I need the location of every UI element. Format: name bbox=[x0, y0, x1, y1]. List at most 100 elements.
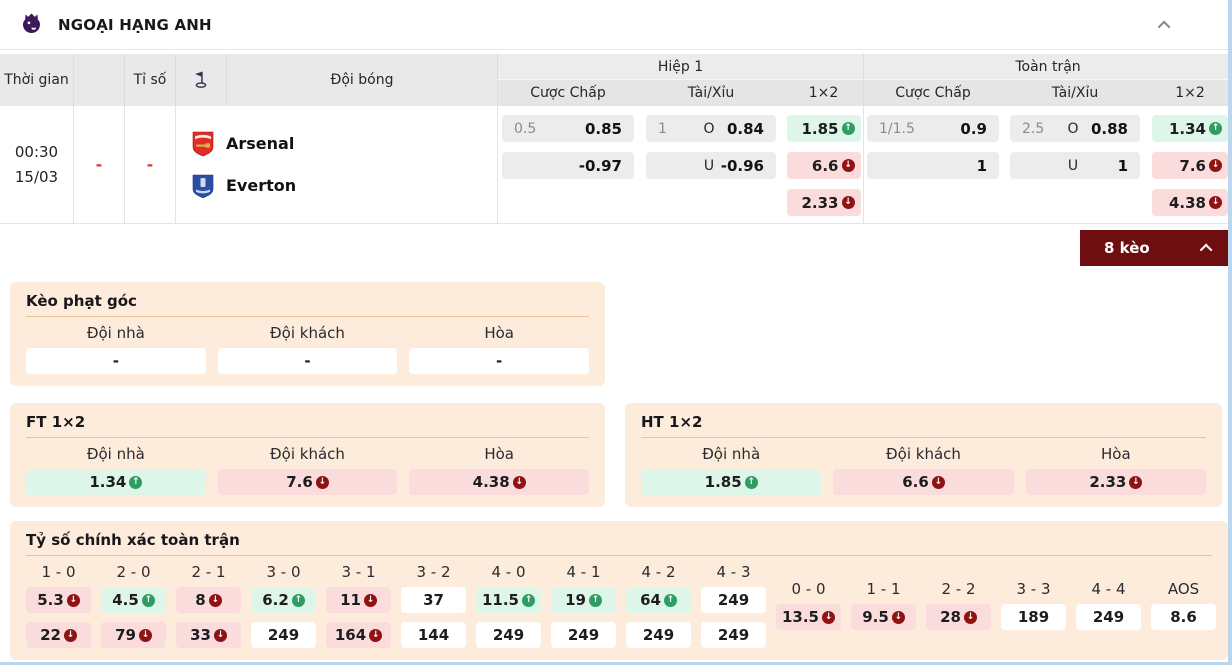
home-team-row[interactable]: Arsenal bbox=[191, 131, 497, 157]
score-label: 4 - 4 bbox=[1091, 580, 1126, 598]
trend-arrow-icon bbox=[841, 122, 855, 135]
ft-1x2-draw-odds[interactable]: 4.38 bbox=[1152, 189, 1228, 216]
score-odds-4-1-a[interactable]: 19 bbox=[551, 587, 616, 613]
ft-1x2-away-odds[interactable]: 7.6 bbox=[1152, 152, 1228, 179]
score-odds-4-3-a[interactable]: 249 bbox=[701, 587, 766, 613]
trend-arrow-icon bbox=[931, 475, 945, 489]
score-label: 0 - 0 bbox=[791, 580, 826, 598]
score-odds-3-0-b[interactable]: 249 bbox=[251, 622, 316, 648]
score-panel-title: Tỷ số chính xác toàn trận bbox=[26, 531, 240, 549]
ft-handicap-top-odds[interactable]: 1/1.5 0.9 bbox=[867, 115, 999, 142]
score-odds-3-2-a[interactable]: 37 bbox=[401, 587, 466, 613]
score-odds-3-0-a[interactable]: 6.2 bbox=[251, 587, 316, 613]
h1-under-odds[interactable]: U -0.96 bbox=[646, 152, 776, 179]
corner-away-odds[interactable]: - bbox=[217, 348, 398, 374]
h1-1x2-draw-odds[interactable]: 2.33 bbox=[786, 189, 861, 216]
score-odds-3-2-b[interactable]: 144 bbox=[401, 622, 466, 648]
ht-home-odds[interactable]: 1.85 bbox=[641, 469, 822, 495]
ou-line: 2.5 bbox=[1022, 120, 1045, 137]
league-collapse-button[interactable] bbox=[1157, 15, 1171, 34]
corner-panel-title: Kèo phạt góc bbox=[26, 292, 137, 310]
h1-1x2-home-odds[interactable]: 1.85 bbox=[786, 115, 861, 142]
score-column: 2 - 2 28 bbox=[926, 581, 991, 648]
score-label: 4 - 1 bbox=[566, 563, 601, 581]
draw-column-header: Hòa bbox=[484, 324, 514, 342]
trend-arrow-icon bbox=[1129, 475, 1143, 489]
group-header-fulltime: Toàn trận bbox=[864, 54, 1232, 80]
subheader-ft-handicap: Cược Chấp bbox=[864, 80, 1002, 106]
score-odds-1-1[interactable]: 9.5 bbox=[851, 604, 916, 630]
score-odds-2-0-b[interactable]: 79 bbox=[101, 622, 166, 648]
score-label: AOS bbox=[1167, 580, 1200, 598]
over-label: O bbox=[1067, 120, 1079, 137]
score-odds-1-0-a[interactable]: 5.3 bbox=[26, 587, 91, 613]
score-odds-2-0-a[interactable]: 4.5 bbox=[101, 587, 166, 613]
away-team-name: Everton bbox=[226, 176, 297, 195]
score-odds-4-3-b[interactable]: 249 bbox=[701, 622, 766, 648]
ft-over-odds[interactable]: 2.5 O 0.88 bbox=[1010, 115, 1140, 142]
draw-column-header: Hòa bbox=[484, 445, 514, 463]
divider bbox=[26, 555, 1212, 556]
corner-home-odds[interactable]: - bbox=[26, 348, 206, 374]
col-header-team: Đội bóng bbox=[227, 54, 498, 106]
score-column: 0 - 0 13.5 bbox=[776, 581, 841, 648]
score-odds-0-0[interactable]: 13.5 bbox=[776, 604, 841, 630]
score-odds-4-2-b[interactable]: 249 bbox=[626, 622, 691, 648]
score-odds-2-2[interactable]: 28 bbox=[926, 604, 991, 630]
score-odds-2-1-b[interactable]: 33 bbox=[176, 622, 241, 648]
ft-home-odds[interactable]: 1.34 bbox=[26, 469, 206, 495]
score-label: 2 - 2 bbox=[941, 580, 976, 598]
h1-handicap-bottom-odds[interactable]: -0.97 bbox=[502, 152, 634, 179]
trend-arrow-icon bbox=[663, 593, 677, 607]
h1-handicap-top-odds[interactable]: 0.5 0.85 bbox=[502, 115, 634, 142]
ft-away-odds[interactable]: 7.6 bbox=[217, 469, 398, 495]
score-label: 2 - 1 bbox=[191, 563, 226, 581]
score-odds-4-1-b[interactable]: 249 bbox=[551, 622, 616, 648]
correct-score-panel: Tỷ số chính xác toàn trận 1 - 0 5.3 22 2… bbox=[10, 521, 1228, 660]
chevron-up-icon bbox=[1199, 243, 1213, 256]
trend-arrow-icon bbox=[63, 628, 77, 642]
score-odds-3-1-a[interactable]: 11 bbox=[326, 587, 391, 613]
subheader-ft-overunder: Tài/Xỉu bbox=[1002, 80, 1148, 106]
score-odds-1-0-b[interactable]: 22 bbox=[26, 622, 91, 648]
ht-away-odds[interactable]: 6.6 bbox=[833, 469, 1014, 495]
ft-under-odds[interactable]: U 1 bbox=[1010, 152, 1140, 179]
corner-draw-odds[interactable]: - bbox=[409, 348, 589, 374]
keo-count-label: 8 kèo bbox=[1104, 239, 1150, 257]
h1-over-odds[interactable]: 1 O 0.84 bbox=[646, 115, 776, 142]
ht-draw-odds[interactable]: 2.33 bbox=[1025, 469, 1206, 495]
h1-1x2-away-odds[interactable]: 6.6 bbox=[786, 152, 861, 179]
score-odds-4-0-b[interactable]: 249 bbox=[476, 622, 541, 648]
handicap-line: 0.5 bbox=[514, 120, 537, 137]
trend-arrow-icon bbox=[213, 628, 227, 642]
corner-flag-icon bbox=[195, 71, 207, 88]
subheader-h1-overunder: Tài/Xỉu bbox=[638, 80, 784, 106]
ft-handicap-bottom-odds[interactable]: 1 bbox=[867, 152, 999, 179]
trend-arrow-icon bbox=[1209, 122, 1222, 135]
score-odds-4-0-a[interactable]: 11.5 bbox=[476, 587, 541, 613]
divider bbox=[641, 437, 1206, 438]
score-column: 1 - 1 9.5 bbox=[851, 581, 916, 648]
trend-arrow-icon bbox=[141, 593, 155, 607]
score-odds-3-1-b[interactable]: 164 bbox=[326, 622, 391, 648]
scrollbar-track[interactable] bbox=[1228, 0, 1232, 665]
trend-arrow-icon bbox=[588, 593, 602, 607]
ft-draw-odds[interactable]: 4.38 bbox=[409, 469, 589, 495]
keo-count-button[interactable]: 8 kèo bbox=[1080, 230, 1232, 266]
score-away-cell: - bbox=[125, 106, 176, 223]
score-label: 4 - 0 bbox=[491, 563, 526, 581]
score-odds-2-1-a[interactable]: 8 bbox=[176, 587, 241, 613]
over-label: O bbox=[703, 120, 715, 137]
trend-arrow-icon bbox=[315, 475, 329, 489]
under-label: U bbox=[1067, 157, 1079, 174]
group-header-half1: Hiệp 1 bbox=[498, 54, 864, 80]
ht-panel-title: HT 1×2 bbox=[641, 413, 703, 431]
score-odds-4-2-a[interactable]: 64 bbox=[626, 587, 691, 613]
home-column-header: Đội nhà bbox=[702, 445, 761, 463]
away-team-row[interactable]: Everton bbox=[191, 173, 497, 199]
ft-1x2-home-odds[interactable]: 1.34 bbox=[1152, 115, 1228, 142]
score-odds-3-3[interactable]: 189 bbox=[1001, 604, 1066, 630]
score-label: 3 - 0 bbox=[266, 563, 301, 581]
score-odds-aos[interactable]: 8.6 bbox=[1151, 604, 1216, 630]
score-odds-4-4[interactable]: 249 bbox=[1076, 604, 1141, 630]
